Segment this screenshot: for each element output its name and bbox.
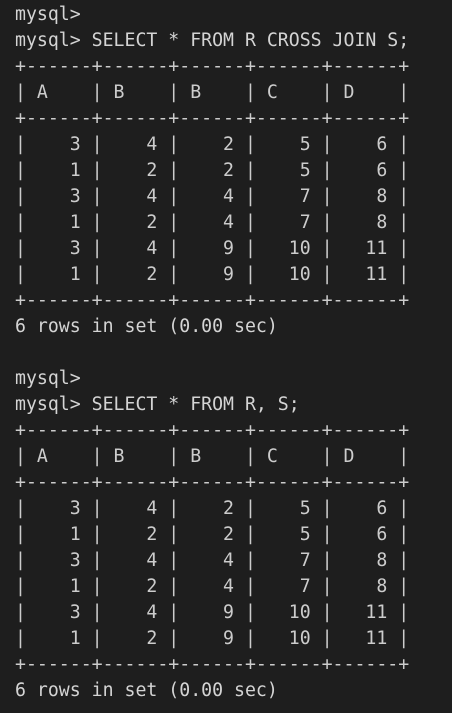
table-row: | 3 | 4 | 9 | 10 | 11 | [15, 238, 410, 259]
table-border: +------+------+------+------+------+ [15, 654, 410, 675]
status-line: 6 rows in set (0.00 sec) [15, 316, 278, 337]
terminal-output[interactable]: mysql> mysql> SELECT * FROM R CROSS JOIN… [0, 0, 452, 713]
table-row: | 3 | 4 | 2 | 5 | 6 | [15, 134, 410, 155]
command-line: mysql> SELECT * FROM R CROSS JOIN S; [15, 30, 410, 51]
table-row: | 3 | 4 | 4 | 7 | 8 | [15, 550, 410, 571]
status-line: 6 rows in set (0.00 sec) [15, 680, 278, 701]
table-row: | 1 | 2 | 2 | 5 | 6 | [15, 524, 410, 545]
table-border: +------+------+------+------+------+ [15, 472, 410, 493]
table-border: +------+------+------+------+------+ [15, 108, 410, 129]
command-line: mysql> SELECT * FROM R, S; [15, 394, 300, 415]
prompt-line: mysql> [15, 4, 81, 25]
table-header-row: | A | B | B | C | D | [15, 446, 410, 467]
table-border: +------+------+------+------+------+ [15, 56, 410, 77]
table-row: | 1 | 2 | 9 | 10 | 11 | [15, 628, 410, 649]
table-border: +------+------+------+------+------+ [15, 420, 410, 441]
table-row: | 1 | 2 | 2 | 5 | 6 | [15, 160, 410, 181]
table-header-row: | A | B | B | C | D | [15, 82, 410, 103]
table-row: | 3 | 4 | 2 | 5 | 6 | [15, 498, 410, 519]
table-row: | 3 | 4 | 9 | 10 | 11 | [15, 602, 410, 623]
table-row: | 1 | 2 | 9 | 10 | 11 | [15, 264, 410, 285]
table-border: +------+------+------+------+------+ [15, 290, 410, 311]
table-row: | 3 | 4 | 4 | 7 | 8 | [15, 186, 410, 207]
prompt-line: mysql> [15, 368, 81, 389]
table-row: | 1 | 2 | 4 | 7 | 8 | [15, 212, 410, 233]
table-row: | 1 | 2 | 4 | 7 | 8 | [15, 576, 410, 597]
